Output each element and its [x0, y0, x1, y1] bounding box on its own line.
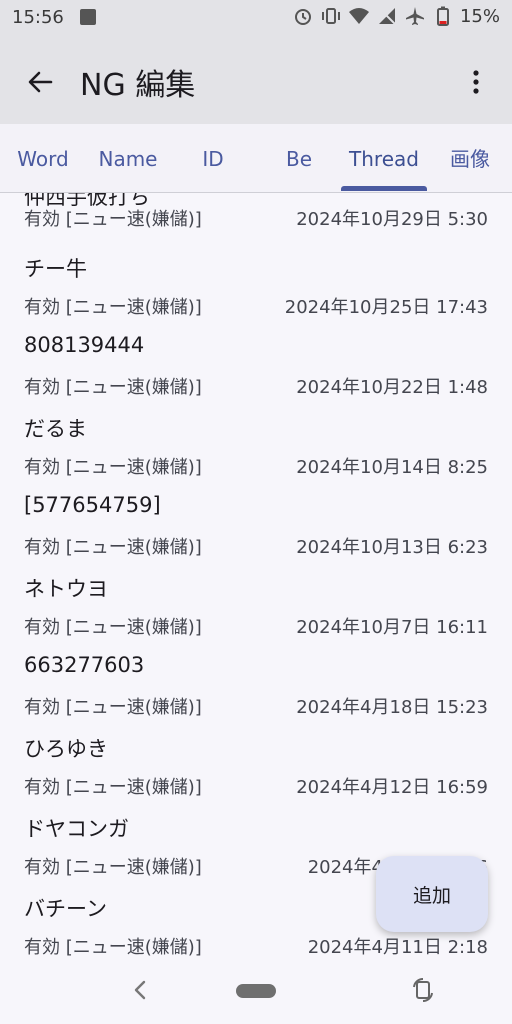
- item-date: 2024年10月29日 5:30: [296, 209, 488, 230]
- item-status: 有効 [ニュー速(嫌儲)]: [24, 537, 202, 558]
- active-tab-indicator: [341, 186, 427, 191]
- page-title: NG 編集: [80, 68, 196, 103]
- tab-id[interactable]: ID: [198, 124, 228, 192]
- item-date: 2024年10月7日 16:11: [296, 617, 488, 638]
- item-date: 2024年10月25日 17:43: [284, 297, 488, 318]
- status-icons: 15%: [292, 5, 500, 27]
- item-date: 2024年4月11日 2:18: [307, 937, 488, 956]
- rotate-icon: [413, 977, 433, 1003]
- list-item[interactable]: チー牛 有効 [ニュー速(嫌儲)] 2024年10月25日 17:43: [0, 253, 512, 333]
- item-date: 2024年4月18日 15:23: [296, 697, 488, 718]
- alarm-icon: [292, 5, 314, 27]
- tab-thread[interactable]: Thread: [342, 124, 426, 192]
- add-button[interactable]: 追加: [376, 856, 488, 932]
- nav-home-pill[interactable]: [236, 984, 276, 998]
- ng-thread-list[interactable]: 仲西手仮打ち 有効 [ニュー速(嫌儲)] 2024年10月29日 5:30 チー…: [0, 193, 512, 956]
- item-name: ネトウヨ: [24, 577, 108, 601]
- no-signal-icon: [376, 5, 398, 27]
- item-date: 2024年4月12日 16:59: [296, 777, 488, 798]
- system-nav-bar: [0, 956, 512, 1024]
- item-date: 2024年10月14日 8:25: [296, 457, 488, 478]
- list-item[interactable]: 808139444 有効 [ニュー速(嫌儲)] 2024年10月22日 1:48: [0, 333, 512, 413]
- status-bar: 15:56 15%: [0, 0, 512, 36]
- image-icon: [80, 9, 96, 25]
- item-status: 有効 [ニュー速(嫌儲)]: [24, 697, 202, 718]
- battery-percent: 15%: [459, 5, 500, 27]
- item-name: ひろゆき: [24, 737, 108, 761]
- tab-word[interactable]: Word: [14, 124, 72, 192]
- item-status: 有効 [ニュー速(嫌儲)]: [24, 617, 202, 638]
- tab-bar: Word Name ID Be Thread 画像: [0, 124, 512, 193]
- more-options-button[interactable]: [458, 58, 494, 106]
- item-status: 有効 [ニュー速(嫌儲)]: [24, 857, 202, 878]
- item-name: だるま: [24, 417, 87, 441]
- item-name: チー牛: [24, 257, 87, 281]
- tab-be[interactable]: Be: [282, 124, 316, 192]
- status-time: 15:56: [12, 7, 64, 28]
- item-status: 有効 [ニュー速(嫌儲)]: [24, 297, 202, 318]
- item-status: 有効 [ニュー速(嫌儲)]: [24, 937, 202, 956]
- item-name: [577654759]: [24, 493, 161, 517]
- item-status: 有効 [ニュー速(嫌儲)]: [24, 777, 202, 798]
- tab-name[interactable]: Name: [94, 124, 162, 192]
- item-date: 2024年10月13日 6:23: [296, 537, 488, 558]
- vibrate-icon: [320, 5, 342, 27]
- item-name: 808139444: [24, 333, 145, 357]
- airplane-icon: [404, 5, 426, 27]
- battery-icon: [432, 5, 454, 27]
- arrow-back-icon: [28, 71, 53, 93]
- wifi-icon: [348, 5, 370, 27]
- list-item[interactable]: ネトウヨ 有効 [ニュー速(嫌儲)] 2024年10月7日 16:11: [0, 573, 512, 653]
- item-name: 663277603: [24, 653, 145, 677]
- nav-back-button[interactable]: [128, 976, 152, 1004]
- item-status: 有効 [ニュー速(嫌儲)]: [24, 457, 202, 478]
- item-name: ドヤコンガ: [24, 817, 129, 841]
- item-name: バチーン: [24, 897, 107, 921]
- list-item[interactable]: [577654759] 有効 [ニュー速(嫌儲)] 2024年10月13日 6:…: [0, 493, 512, 573]
- list-item[interactable]: 663277603 有効 [ニュー速(嫌儲)] 2024年4月18日 15:23: [0, 653, 512, 733]
- item-status: 有効 [ニュー速(嫌儲)]: [24, 209, 202, 230]
- list-item[interactable]: ひろゆき 有効 [ニュー速(嫌儲)] 2024年4月12日 16:59: [0, 733, 512, 813]
- more-vert-icon: [473, 70, 479, 94]
- back-button[interactable]: [16, 58, 64, 106]
- item-date: 2024年10月22日 1:48: [296, 377, 488, 398]
- list-item[interactable]: だるま 有効 [ニュー速(嫌儲)] 2024年10月14日 8:25: [0, 413, 512, 493]
- tab-image[interactable]: 画像: [444, 124, 496, 192]
- item-status: 有効 [ニュー速(嫌儲)]: [24, 377, 202, 398]
- app-bar: NG 編集: [0, 36, 512, 124]
- rotate-screen-button[interactable]: [410, 976, 436, 1004]
- chevron-left-icon: [134, 980, 146, 1000]
